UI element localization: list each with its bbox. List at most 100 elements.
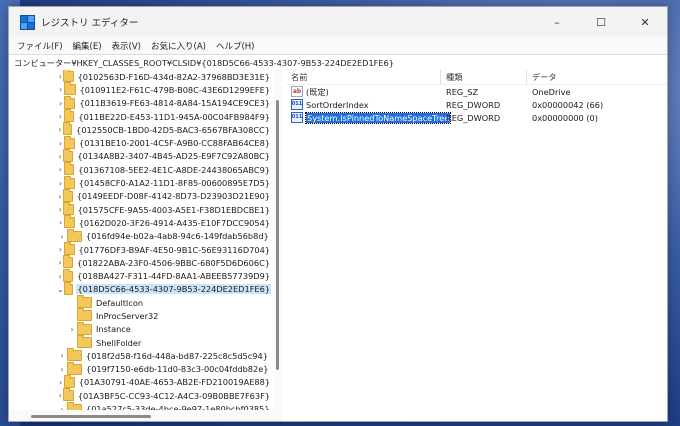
tree-item[interactable]: › {01a527c5-33de-4bce-9e97-1e80bcbf0385} xyxy=(9,401,271,410)
tree-item[interactable]: › {019f7150-e6db-11d0-83c3-00c04fddb82e} xyxy=(9,361,271,376)
values-pane: 名前 種類 データ ab (既定) REG_SZ OneDrive 011 SortOrd… xyxy=(286,70,667,421)
tree-item-label: {01A30791-40AE-4653-AB2E-FD210019AE88} xyxy=(78,377,270,388)
value-type: REG_DWORD xyxy=(446,112,501,123)
menu-favorites[interactable]: お気に入り(A) xyxy=(151,40,206,52)
chevron-right-icon[interactable]: › xyxy=(57,137,64,150)
tree-item[interactable]: › {0102563D-F16D-434d-82A2-37968BD3E31E} xyxy=(9,70,271,83)
folder-icon xyxy=(63,374,75,388)
address-bar[interactable]: コンピューター¥HKEY_CLASSES_ROOT¥CLSID¥{018D5C6… xyxy=(9,54,667,71)
menu-edit[interactable]: 編集(E) xyxy=(73,40,102,52)
folder-icon xyxy=(63,281,74,295)
chevron-right-icon[interactable]: › xyxy=(57,230,67,243)
tree-horizontal-scroll-thumb[interactable] xyxy=(31,415,151,418)
folder-icon xyxy=(63,175,75,189)
tree-item-label: {0134A8B2-3407-4B45-AD25-E9F7C92A80BC} xyxy=(77,151,270,162)
chevron-right-icon[interactable]: › xyxy=(57,177,64,190)
chevron-right-icon[interactable]: › xyxy=(57,403,67,410)
tree-item-label: ShellFolder xyxy=(96,337,142,348)
window-title: レジストリ エディター xyxy=(41,18,139,29)
tree-item[interactable]: ShellFolder xyxy=(9,335,271,349)
tree-item[interactable]: InProcServer32 xyxy=(9,308,271,322)
value-name-cell: 011 System.IsPinnedToNameSpaceTree xyxy=(286,111,452,124)
tree-item[interactable]: › {010911E2-F61C-479B-B08C-43E6D1299EFE} xyxy=(9,82,271,96)
folder-icon xyxy=(63,242,75,255)
tree-item[interactable]: › {01822ABA-23F0-4506-9BBC-680F5D6D606C} xyxy=(9,255,271,269)
tree-item[interactable]: › {011B3619-FE63-4814-8A84-15A194CE9CE3} xyxy=(9,95,271,110)
tree-item[interactable]: DefaultIcon xyxy=(9,295,271,309)
chevron-right-icon[interactable]: › xyxy=(57,216,64,229)
folder-icon xyxy=(63,388,74,402)
folder-icon xyxy=(63,109,75,123)
tree-item-label: {0131BE10-2001-4C5F-A9B0-CC88FAB64CE8} xyxy=(79,138,270,149)
tree-item[interactable]: › {01575CFE-9A55-4003-A5E1-F38D1EBDCBE1} xyxy=(9,202,271,216)
tree-item[interactable]: › {018BA427-F311-44FD-8AA1-ABEEB57739D9} xyxy=(9,268,271,282)
tree-item-label: {01A3BF5C-CC93-4C12-A4C3-09B0BBE7F63F} xyxy=(77,390,270,401)
tree-item-label: {0149EEDF-D08F-4142-8D73-D23903D21E90} xyxy=(76,191,270,202)
folder-icon xyxy=(62,188,73,202)
tree-item[interactable]: › {011BE22D-E453-11D1-945A-00C04FB984F9} xyxy=(9,109,271,123)
tree-item[interactable]: › {0149EEDF-D08F-4142-8D73-D23903D21E90} xyxy=(9,188,271,203)
chevron-right-icon[interactable]: › xyxy=(57,123,63,136)
tree-item[interactable]: › {016fd94e-b02a-4ab8-94c6-149fdab56b8d} xyxy=(9,228,271,243)
value-type: REG_DWORD xyxy=(446,99,501,110)
chevron-right-icon[interactable]: › xyxy=(57,363,67,376)
binary-value-icon: 011 xyxy=(291,112,303,123)
string-value-icon: ab xyxy=(291,86,303,97)
menu-file[interactable]: ファイル(F) xyxy=(17,40,63,52)
folder-icon xyxy=(63,148,74,162)
folder-icon xyxy=(67,361,82,375)
tree-item-label: {018D5C66-4533-4307-9B53-224DE2ED1FE6} xyxy=(76,284,271,295)
value-name-cell: ab (既定) xyxy=(286,86,441,98)
chevron-right-icon[interactable]: › xyxy=(57,97,64,110)
tree-item[interactable]: › {018f2d58-f16d-448a-bd87-225c8c5d5c94} xyxy=(9,348,271,362)
value-data: OneDrive xyxy=(532,86,571,97)
tree-item[interactable]: › Instance xyxy=(9,321,271,336)
chevron-right-icon[interactable]: › xyxy=(57,349,67,362)
value-row[interactable]: 011 SortOrderIndex REG_DWORD 0x00000042 (66… xyxy=(286,98,667,111)
minimize-button[interactable]: – xyxy=(535,7,579,37)
chevron-right-icon[interactable]: › xyxy=(67,323,77,336)
folder-icon xyxy=(63,202,74,216)
tree-horizontal-scrollbar[interactable] xyxy=(9,410,282,421)
folder-icon xyxy=(63,162,75,176)
folder-icon xyxy=(77,295,92,309)
tree-item[interactable]: › {01A30791-40AE-4653-AB2E-FD210019AE88} xyxy=(9,374,271,389)
folder-icon xyxy=(62,122,73,136)
tree-vertical-scroll-thumb[interactable] xyxy=(276,100,279,370)
menu-view[interactable]: 表示(V) xyxy=(112,40,141,52)
chevron-right-icon[interactable]: › xyxy=(57,243,64,256)
menu-help[interactable]: ヘルプ(H) xyxy=(216,40,255,52)
tree-item-label: {019f7150-e6db-11d0-83c3-00c04fddb82e} xyxy=(86,364,269,375)
chevron-right-icon[interactable]: › xyxy=(57,376,64,389)
tree-item-label: {018BA427-F311-44FD-8AA1-ABEEB57739D9} xyxy=(77,271,270,282)
close-button[interactable]: ✕ xyxy=(623,7,667,37)
tree-item-label: {012550CB-1BD0-42D5-BAC3-6567BFA308CC} xyxy=(76,124,270,135)
chevron-right-icon[interactable]: › xyxy=(57,163,64,176)
key-tree: › {0102563D-F16D-434d-82A2-37968BD3E31E} ›… xyxy=(9,70,271,410)
folder-icon xyxy=(63,268,74,282)
tree-item[interactable]: › {0134A8B2-3407-4B45-AD25-E9F7C92A80BC} xyxy=(9,148,271,163)
column-header-data[interactable]: データ xyxy=(527,70,647,84)
folder-icon xyxy=(77,308,92,322)
tree-item[interactable]: › {01776DF3-B9AF-4E50-9B1C-56E93116D704} xyxy=(9,242,271,256)
value-row[interactable]: ab (既定) REG_SZ OneDrive xyxy=(286,85,667,98)
chevron-down-icon[interactable]: ⌄ xyxy=(57,283,64,296)
column-header-type[interactable]: 種類 xyxy=(441,70,527,84)
tree-item[interactable]: › {01367108-5EE2-4E1C-A8DE-24438065ABC9} xyxy=(9,162,271,176)
value-row[interactable]: 011 System.IsPinnedToNameSpaceTree REG_DWO… xyxy=(286,111,667,124)
tree-item[interactable]: ⌄ {018D5C66-4533-4307-9B53-224DE2ED1FE6} xyxy=(9,281,271,296)
chevron-right-icon[interactable]: › xyxy=(57,110,64,123)
tree-item[interactable]: › {01A3BF5C-CC93-4C12-A4C3-09B0BBE7F63F} xyxy=(9,388,271,402)
tree-item[interactable]: › {0131BE10-2001-4C5F-A9B0-CC88FAB64CE8} xyxy=(9,135,271,150)
chevron-right-icon[interactable]: › xyxy=(57,83,64,96)
folder-icon xyxy=(64,95,76,109)
maximize-button[interactable]: ☐ xyxy=(579,7,623,37)
tree-item[interactable]: › {01458CF0-A1A2-11D1-8F85-00600895E7D5} xyxy=(9,175,271,190)
tree-item[interactable]: › {0162D020-3F26-4914-A435-E10F7DCC9054} xyxy=(9,215,271,229)
tree-item[interactable]: › {012550CB-1BD0-42D5-BAC3-6567BFA308CC} xyxy=(9,122,271,136)
column-header-name[interactable]: 名前 xyxy=(286,70,441,84)
title-bar: レジストリ エディター – ☐ ✕ xyxy=(9,7,667,37)
tree-vertical-scrollbar[interactable] xyxy=(273,70,282,410)
